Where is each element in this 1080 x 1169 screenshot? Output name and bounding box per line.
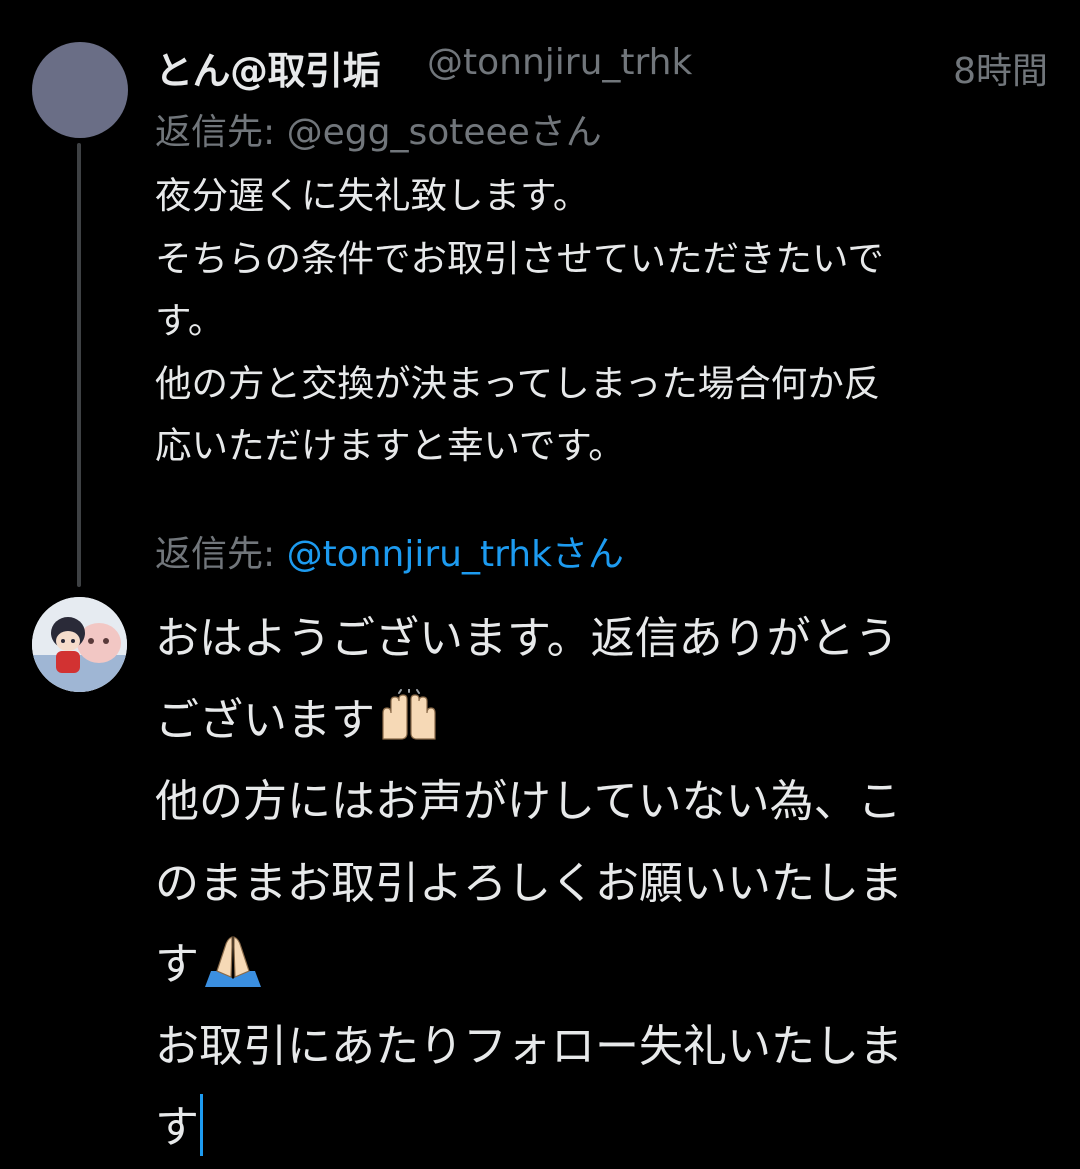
composer-line: お取引にあたりフォロー失礼いたしま	[155, 1006, 1045, 1088]
composer-text: おはようございます。返信ありがとう	[155, 613, 899, 664]
composer-text: す	[155, 1102, 199, 1153]
original-author-avatar[interactable]	[32, 42, 128, 138]
reply-screen: とん@取引垢 @tonnjiru_trhk 8時間 返信先: @egg_sote…	[0, 0, 1080, 1165]
tweet-text-line: す。	[155, 299, 225, 342]
tweet-text-line: 他の方と交換が決まってしまった場合何か反	[155, 361, 881, 405]
raising-hands-emoji	[382, 688, 436, 740]
composer-text: ございます	[155, 694, 375, 746]
composer-line: す	[155, 924, 1045, 1006]
original-tweet-text: 夜分遅くに失礼致します。 そちらの条件でお取引させていただきたいで す。 他の方…	[155, 165, 1045, 478]
composer-line: ございます	[155, 680, 1045, 762]
thread-connector-line	[77, 143, 81, 587]
composer-text: す	[155, 939, 199, 990]
reply-to-label: 返信先:	[155, 112, 276, 153]
tweet-text-line: 夜分遅くに失礼致します。	[155, 174, 590, 217]
composer-reply-to-handle[interactable]: @tonnjiru_trhkさん	[287, 534, 624, 575]
author-handle[interactable]: @tonnjiru_trhk	[427, 42, 692, 83]
composer-text: 他の方にはお声がけしていない為、こ	[155, 776, 902, 827]
composer-line: のままお取引よろしくお願いいたしま	[155, 843, 1045, 925]
composer-line: す	[155, 1087, 1045, 1169]
tweet-timestamp[interactable]: 8時間	[953, 42, 1048, 94]
tweet-text-line: そちらの条件でお取引させていただきたいで	[155, 236, 884, 280]
composer-text: お取引にあたりフォロー失礼いたしま	[155, 1020, 903, 1072]
reply-to-handle[interactable]: @egg_soteeeさん	[287, 112, 602, 153]
composer-reply-to: 返信先: @tonnjiru_trhkさん	[155, 525, 624, 577]
user-avatar[interactable]	[32, 597, 127, 692]
reply-composer-textarea[interactable]: おはようございます。返信ありがとう ございます 他の方にはお声がけしていない為、…	[155, 598, 1045, 1169]
original-reply-to: 返信先: @egg_soteeeさん	[155, 103, 602, 155]
user-avatar-image	[32, 597, 127, 692]
text-cursor	[200, 1094, 203, 1156]
composer-text: のままお取引よろしくお願いいたしま	[155, 857, 903, 909]
folded-hands-emoji	[205, 936, 261, 987]
tweet-text-line: 応いただけますと幸いです。	[155, 424, 625, 467]
composer-line: おはようございます。返信ありがとう	[155, 598, 1045, 680]
tweet-header: とん@取引垢 @tonnjiru_trhk 8時間	[155, 38, 1050, 94]
composer-reply-to-label: 返信先:	[155, 534, 276, 575]
composer-line: 他の方にはお声がけしていない為、こ	[155, 761, 1045, 843]
author-display-name[interactable]: とん@取引垢	[155, 40, 381, 95]
